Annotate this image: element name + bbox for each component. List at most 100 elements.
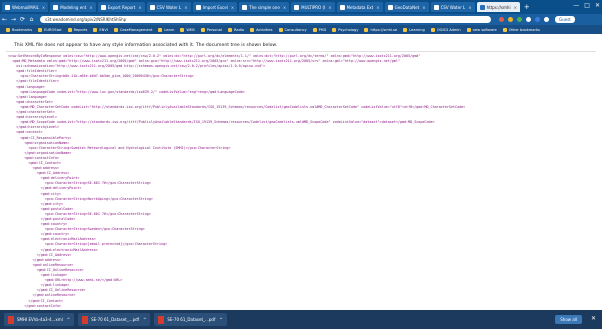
xml-tree: <csw:GetRecordByIdResponse xmlns:csw="ht… bbox=[0, 52, 602, 310]
download-item[interactable]: SMHI EVVa-4a3-4...xml ^ bbox=[4, 313, 75, 326]
downloads-bar: SMHI EVVa-4a3-4...xml ^ SE-70 61_Dataset_.… bbox=[0, 310, 602, 329]
bookmark-item[interactable]: WEB bbox=[180, 27, 195, 32]
page-content: This XML file does not appear to have an… bbox=[0, 34, 602, 310]
browser-tab[interactable]: Metadata Ext × bbox=[336, 2, 383, 12]
chevron-up-icon[interactable]: ^ bbox=[67, 317, 70, 322]
back-icon[interactable]: ← bbox=[0, 16, 9, 23]
tab-strip: WebmailMAIL × Modeling ent × Export Report × C… bbox=[0, 0, 602, 14]
bookmark-label: OGIS3 Admin bbox=[436, 27, 461, 32]
extension-icon[interactable] bbox=[526, 17, 531, 22]
favicon-icon bbox=[53, 4, 59, 10]
extension-icon[interactable] bbox=[544, 17, 549, 22]
bookmark-label: WEB bbox=[186, 27, 195, 32]
file-icon bbox=[158, 315, 165, 324]
minimize-icon[interactable]: — bbox=[573, 2, 579, 9]
file-icon bbox=[82, 315, 89, 324]
tab-label: Export Report bbox=[107, 4, 136, 10]
bookmark-item[interactable]: CaseManagement bbox=[113, 27, 152, 32]
close-tab-icon[interactable]: × bbox=[422, 5, 425, 10]
favicon-icon bbox=[387, 4, 393, 10]
bookmark-label: EUROStat bbox=[44, 27, 62, 32]
extension-icon[interactable] bbox=[535, 17, 540, 22]
bookmark-label: https://smhi.se bbox=[370, 27, 398, 32]
folder-icon bbox=[502, 27, 507, 32]
bookmark-item[interactable]: ENVI bbox=[93, 27, 108, 32]
bookmark-item[interactable]: Radio bbox=[227, 27, 244, 32]
bookmark-item[interactable]: https://smhi.se bbox=[364, 27, 398, 32]
profile-button[interactable]: Guest bbox=[555, 16, 575, 23]
favicon-icon bbox=[479, 4, 485, 10]
close-tab-icon[interactable]: × bbox=[42, 5, 45, 10]
file-icon bbox=[8, 315, 14, 324]
favicon-icon bbox=[242, 4, 248, 10]
download-items: SMHI EVVa-4a3-4...xml ^ SE-70 61_Dataset_.… bbox=[0, 313, 227, 326]
show-all-button[interactable]: Show all bbox=[555, 315, 582, 324]
forward-icon[interactable]: → bbox=[9, 16, 18, 23]
close-tab-icon[interactable]: × bbox=[468, 5, 471, 10]
bookmark-item[interactable]: Other bookmarks bbox=[502, 27, 540, 32]
bookmark-item[interactable]: Activities bbox=[250, 27, 273, 32]
bookmark-item[interactable]: Learn bbox=[158, 27, 175, 32]
close-window-icon[interactable]: ✕ bbox=[595, 2, 600, 9]
close-tab-icon[interactable]: × bbox=[184, 5, 187, 10]
folder-icon bbox=[227, 27, 232, 32]
browser-tab[interactable]: https://smhi × bbox=[476, 2, 520, 12]
bookmark-label: Other bookmarks bbox=[508, 27, 540, 32]
bookmark-item[interactable]: EUROStat bbox=[38, 27, 62, 32]
browser-tab[interactable]: Modeling ent × bbox=[50, 2, 96, 12]
tab-label: CSV Water L bbox=[440, 4, 466, 10]
bookmark-item[interactable]: Personal bbox=[200, 27, 222, 32]
browser-tab[interactable]: Export Report × bbox=[97, 2, 145, 12]
bookmark-item[interactable]: new software bbox=[466, 27, 497, 32]
favicon-icon bbox=[433, 4, 439, 10]
chevron-up-icon[interactable]: ^ bbox=[219, 317, 222, 322]
extension-icons bbox=[499, 17, 549, 22]
tab-label: Import Excel bbox=[202, 4, 228, 10]
close-tab-icon[interactable]: × bbox=[328, 5, 331, 10]
bookmark-item[interactable]: PHD bbox=[312, 27, 327, 32]
bookmark-item[interactable]: Consultancy bbox=[278, 27, 307, 32]
download-item[interactable]: SE-70 61_Dataset_...pdf ^ bbox=[78, 313, 151, 326]
reload-icon[interactable]: ⟳ bbox=[18, 16, 27, 23]
bookmark-item[interactable]: Reports bbox=[67, 27, 87, 32]
close-tab-icon[interactable]: × bbox=[283, 5, 286, 10]
extension-icon[interactable] bbox=[499, 17, 504, 22]
browser-tab[interactable]: WebmailMAIL × bbox=[2, 2, 49, 12]
browser-tab[interactable]: Import Excel × bbox=[192, 2, 238, 12]
close-tab-icon[interactable]: × bbox=[514, 5, 517, 10]
bookmark-item[interactable]: Bookmarks bbox=[6, 27, 32, 32]
chevron-up-icon[interactable]: ^ bbox=[143, 317, 146, 322]
bookmark-item[interactable]: OGIS3 Admin bbox=[430, 27, 461, 32]
close-tab-icon[interactable]: × bbox=[138, 5, 141, 10]
maximize-icon[interactable]: □ bbox=[584, 2, 590, 9]
browser-tab[interactable]: CSV Water L × bbox=[146, 2, 191, 12]
favicon-icon bbox=[5, 4, 10, 10]
tab-label: The simple one bbox=[249, 4, 280, 10]
bookmark-label: Consultancy bbox=[284, 27, 307, 32]
browser-tab[interactable]: GeoDataNet × bbox=[384, 2, 429, 12]
download-item[interactable]: SE-70 61_Dataset_...pdf ^ bbox=[154, 313, 227, 326]
tab-label: GeoDataNet bbox=[394, 4, 420, 10]
home-icon[interactable]: ⌂ bbox=[27, 16, 36, 23]
close-tab-icon[interactable]: × bbox=[89, 5, 92, 10]
folder-icon bbox=[113, 27, 118, 32]
bookmark-label: Learn bbox=[164, 27, 175, 32]
bookmark-item[interactable]: Psychology bbox=[332, 27, 358, 32]
download-label: SMHI EVVa-4a3-4...xml bbox=[17, 317, 63, 322]
browser-tab[interactable]: CSV Water L × bbox=[430, 2, 475, 12]
close-tab-icon[interactable]: × bbox=[376, 5, 379, 10]
browser-tab[interactable]: MULTIPRO (I × bbox=[291, 2, 335, 12]
bookmark-item[interactable]: Learning bbox=[403, 27, 425, 32]
close-downloads-icon[interactable]: ✕ bbox=[591, 315, 596, 322]
favicon-icon bbox=[149, 4, 155, 10]
bookmark-label: PHD bbox=[318, 27, 327, 32]
tab-label: Modeling ent bbox=[60, 4, 87, 10]
url-text: s3t.weadomind.org/apiv2/NSRIKhtShShp bbox=[45, 17, 127, 22]
address-bar[interactable]: s3t.weadomind.org/apiv2/NSRIKhtShShp bbox=[40, 16, 491, 23]
new-tab-button[interactable]: + bbox=[524, 3, 530, 11]
browser-tab[interactable]: The simple one × bbox=[239, 2, 290, 12]
folder-icon bbox=[430, 27, 435, 32]
extension-icon[interactable] bbox=[517, 17, 522, 22]
close-tab-icon[interactable]: × bbox=[231, 5, 234, 10]
extension-icon[interactable] bbox=[508, 17, 513, 22]
